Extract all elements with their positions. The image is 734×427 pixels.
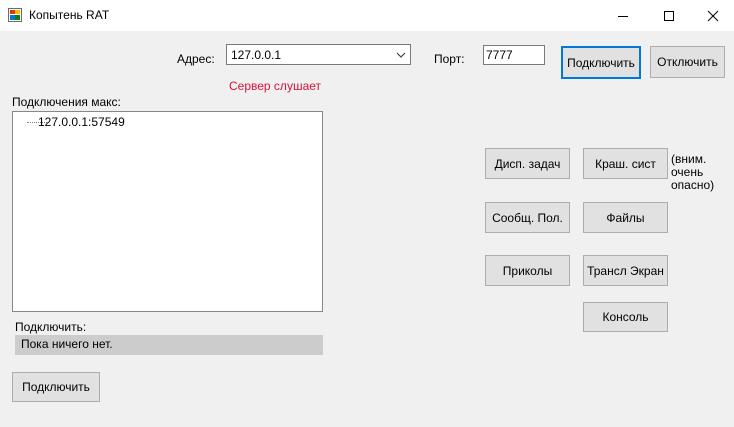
- crash-warning-note: (вним. очень опасно): [671, 153, 734, 192]
- connect-selected-button[interactable]: Подключить: [12, 372, 100, 402]
- maximize-button[interactable]: [646, 0, 692, 31]
- minimize-button[interactable]: [600, 0, 646, 31]
- close-button[interactable]: [690, 0, 734, 31]
- crash-system-button[interactable]: Краш. сист: [583, 148, 668, 179]
- chevron-down-icon[interactable]: [396, 50, 406, 60]
- connect-button[interactable]: Подключить: [561, 46, 641, 79]
- port-input[interactable]: 7777: [483, 45, 545, 65]
- maximize-icon: [664, 10, 674, 21]
- disconnect-button[interactable]: Отключить: [650, 46, 725, 78]
- connections-treeview[interactable]: 127.0.0.1:57549: [12, 111, 323, 312]
- server-status-text: Сервер слушает: [229, 79, 322, 93]
- selected-connection-box: Пока ничего нет.: [15, 335, 323, 355]
- address-combobox[interactable]: 127.0.0.1: [226, 44, 411, 65]
- screen-stream-button[interactable]: Трансл Экран: [583, 255, 668, 286]
- crash-warning-line2: опасно): [671, 178, 715, 192]
- crash-warning-line1: (вним. очень: [671, 152, 707, 179]
- address-value: 127.0.0.1: [231, 48, 282, 62]
- pranks-button[interactable]: Приколы: [485, 255, 570, 286]
- app-icon: [8, 8, 22, 22]
- task-manager-button[interactable]: Дисп. задач: [485, 148, 570, 179]
- console-button[interactable]: Консоль: [583, 302, 668, 332]
- selected-connection-value: Пока ничего нет.: [21, 337, 113, 351]
- minimize-icon: [618, 15, 628, 17]
- title-bar: Копытень RAT: [0, 0, 734, 31]
- address-label: Адрес:: [177, 52, 215, 66]
- port-label: Порт:: [434, 52, 465, 66]
- connection-item[interactable]: 127.0.0.1:57549: [38, 115, 125, 129]
- close-icon: [707, 10, 719, 21]
- window-title: Копытень RAT: [29, 8, 110, 22]
- send-message-button[interactable]: Сообщ. Пол.: [485, 202, 570, 233]
- files-button[interactable]: Файлы: [583, 202, 668, 233]
- selected-connection-label: Подключить:: [15, 320, 87, 334]
- connections-header: Подключения макс:: [12, 95, 121, 109]
- port-value: 7777: [486, 48, 513, 62]
